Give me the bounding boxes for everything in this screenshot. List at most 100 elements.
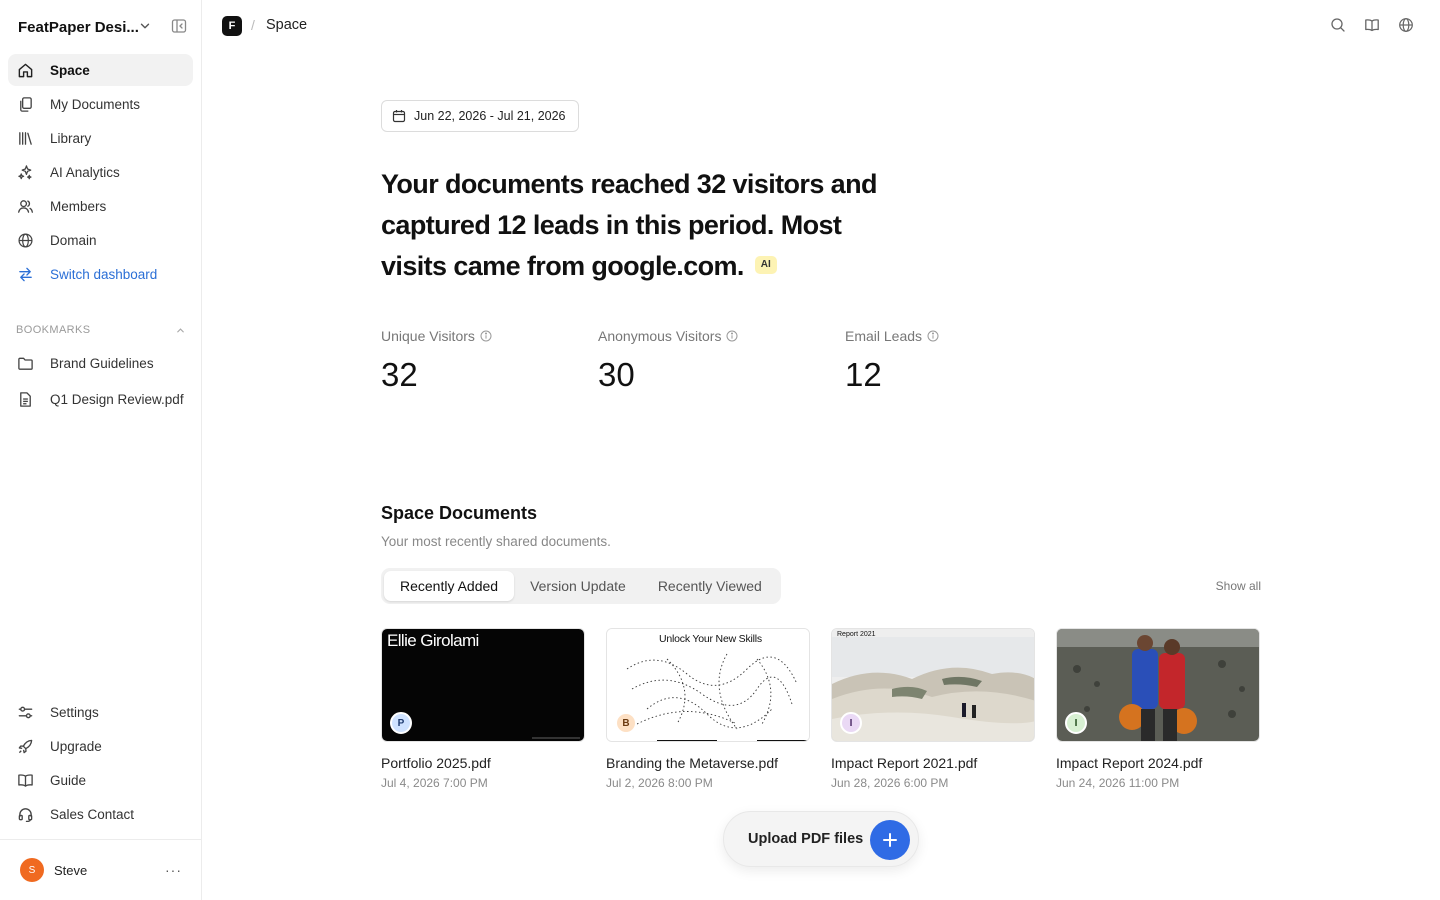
bookmarks-title: BOOKMARKS: [16, 324, 91, 336]
document-date: Jun 24, 2026 11:00 PM: [1056, 776, 1180, 790]
nav-item-guide[interactable]: Guide: [8, 764, 193, 796]
nav-item-switch-dashboard[interactable]: Switch dashboard: [8, 258, 193, 290]
thumbnail-title: Report 2021: [837, 631, 876, 638]
tab-recently-added[interactable]: Recently Added: [384, 571, 515, 601]
info-icon[interactable]: [927, 330, 939, 342]
rocket-icon: [16, 737, 34, 755]
nav-item-label: Settings: [50, 704, 99, 720]
nav-item-label: Guide: [50, 772, 87, 788]
nav-item-label: Upgrade: [50, 738, 102, 754]
book-open-icon[interactable]: [1364, 17, 1380, 33]
nav-item-label: Switch dashboard: [50, 266, 158, 282]
document-thumbnail[interactable]: Report 2021 I: [831, 628, 1035, 742]
thumbnail-image: [607, 629, 809, 741]
tab-version-update[interactable]: Version Update: [514, 571, 642, 601]
chevron-down-icon[interactable]: [138, 19, 152, 33]
document-card[interactable]: Unlock Your New Skills B Branding the Me…: [606, 628, 810, 790]
document-name: Impact Report 2021.pdf: [831, 755, 978, 771]
nav-item-sales-contact[interactable]: Sales Contact: [8, 798, 193, 830]
document-thumbnail[interactable]: Ellie Girolami P: [381, 628, 585, 742]
nav-item-space[interactable]: Space: [8, 54, 193, 86]
chevron-up-icon[interactable]: [175, 325, 186, 336]
stat-label: Email Leads: [845, 328, 923, 344]
document-card[interactable]: Ellie Girolami P Portfolio 2025.pdf Jul …: [381, 628, 585, 790]
nav-item-label: AI Analytics: [50, 164, 120, 180]
nav-item-label: Members: [50, 198, 107, 214]
more-icon[interactable]: ···: [165, 862, 182, 878]
info-icon[interactable]: [726, 330, 738, 342]
nav-item-settings[interactable]: Settings: [8, 696, 193, 728]
main-nav: Space My Documents Library AI Analytics …: [8, 54, 193, 292]
nav-item-members[interactable]: Members: [8, 190, 193, 222]
nav-item-library[interactable]: Library: [8, 122, 193, 154]
document-name: Impact Report 2024.pdf: [1056, 755, 1203, 771]
document-thumbnail[interactable]: I: [1056, 628, 1260, 742]
nav-item-ai-analytics[interactable]: AI Analytics: [8, 156, 193, 188]
thumbnail-title: Unlock Your New Skills: [659, 633, 762, 645]
main-content: Jun 22, 2026 - Jul 21, 2026 Your documen…: [381, 0, 1261, 900]
brand-logo[interactable]: F: [222, 16, 242, 36]
stat-unique-visitors: Unique Visitors 32: [381, 328, 492, 394]
calendar-icon: [392, 110, 406, 123]
nav-item-domain[interactable]: Domain: [8, 224, 193, 256]
document-thumbnail[interactable]: Unlock Your New Skills B: [606, 628, 810, 742]
tab-recently-viewed[interactable]: Recently Viewed: [642, 571, 778, 601]
sidebar-collapse-icon[interactable]: [171, 18, 187, 34]
stats-row: Unique Visitors 32 Anonymous Visitors 30…: [381, 328, 1081, 408]
upload-pdf-button[interactable]: Upload PDF files: [723, 811, 919, 867]
document-date: Jun 28, 2026 6:00 PM: [831, 776, 949, 790]
thumbnail-title: Ellie Girolami: [387, 631, 479, 650]
summary-text: Your documents reached 32 visitors and c…: [381, 169, 877, 281]
nav-item-label: Library: [50, 130, 92, 146]
library-icon: [16, 129, 34, 147]
document-card[interactable]: I Impact Report 2024.pdf Jun 24, 2026 11…: [1056, 628, 1260, 790]
bookmark-brand-guidelines[interactable]: Brand Guidelines: [8, 346, 193, 380]
settings-icon: [16, 703, 34, 721]
plus-icon[interactable]: [870, 820, 910, 860]
bookmark-q1-design-review[interactable]: Q1 Design Review.pdf: [8, 382, 193, 416]
bookmark-label: Brand Guidelines: [50, 355, 154, 371]
bookmarks-header[interactable]: BOOKMARKS: [16, 322, 186, 338]
document-card[interactable]: Report 2021 I Impact Report 2021.pdf Jun…: [831, 628, 1035, 790]
thumbnail-image: [1057, 629, 1259, 741]
show-all-link[interactable]: Show all: [1216, 579, 1261, 593]
date-range-text: Jun 22, 2026 - Jul 21, 2026: [414, 109, 566, 123]
ai-badge: AI: [754, 255, 777, 274]
globe-icon[interactable]: [1398, 17, 1414, 33]
sidebar: FeatPaper Desi... Space My Documents Lib…: [0, 0, 202, 900]
documents-icon: [16, 95, 34, 113]
nav-item-label: Sales Contact: [50, 806, 135, 822]
user-name: Steve: [54, 862, 88, 878]
home-icon: [16, 61, 34, 79]
book-icon: [16, 771, 34, 789]
stat-anonymous-visitors: Anonymous Visitors 30: [598, 328, 738, 394]
file-icon: [16, 390, 34, 408]
bookmark-label: Q1 Design Review.pdf: [50, 391, 184, 407]
switch-icon: [16, 265, 34, 283]
stat-value: 32: [381, 356, 418, 393]
upload-label: Upload PDF files: [748, 831, 864, 847]
user-profile[interactable]: S Steve ···: [0, 839, 202, 900]
sparkles-icon: [16, 163, 34, 181]
avatar: P: [390, 712, 412, 734]
headset-icon: [16, 805, 34, 823]
members-icon: [16, 197, 34, 215]
nav-item-label: My Documents: [50, 96, 141, 112]
nav-item-my-documents[interactable]: My Documents: [8, 88, 193, 120]
date-range-picker[interactable]: Jun 22, 2026 - Jul 21, 2026: [381, 100, 579, 132]
workspace-switcher[interactable]: FeatPaper Desi...: [18, 14, 190, 40]
breadcrumb-separator: /: [251, 17, 255, 33]
document-name: Branding the Metaverse.pdf: [606, 755, 778, 771]
section-title: Space Documents: [381, 503, 538, 523]
workspace-name: FeatPaper Desi...: [18, 18, 139, 36]
info-icon[interactable]: [480, 330, 492, 342]
stat-label: Unique Visitors: [381, 328, 475, 344]
avatar: B: [615, 712, 637, 734]
nav-item-label: Domain: [50, 232, 97, 248]
document-name: Portfolio 2025.pdf: [381, 755, 491, 771]
nav-item-upgrade[interactable]: Upgrade: [8, 730, 193, 762]
search-icon[interactable]: [1330, 17, 1346, 33]
section-subtitle: Your most recently shared documents.: [381, 534, 611, 549]
folder-icon: [16, 354, 34, 372]
top-actions: [1330, 17, 1414, 33]
